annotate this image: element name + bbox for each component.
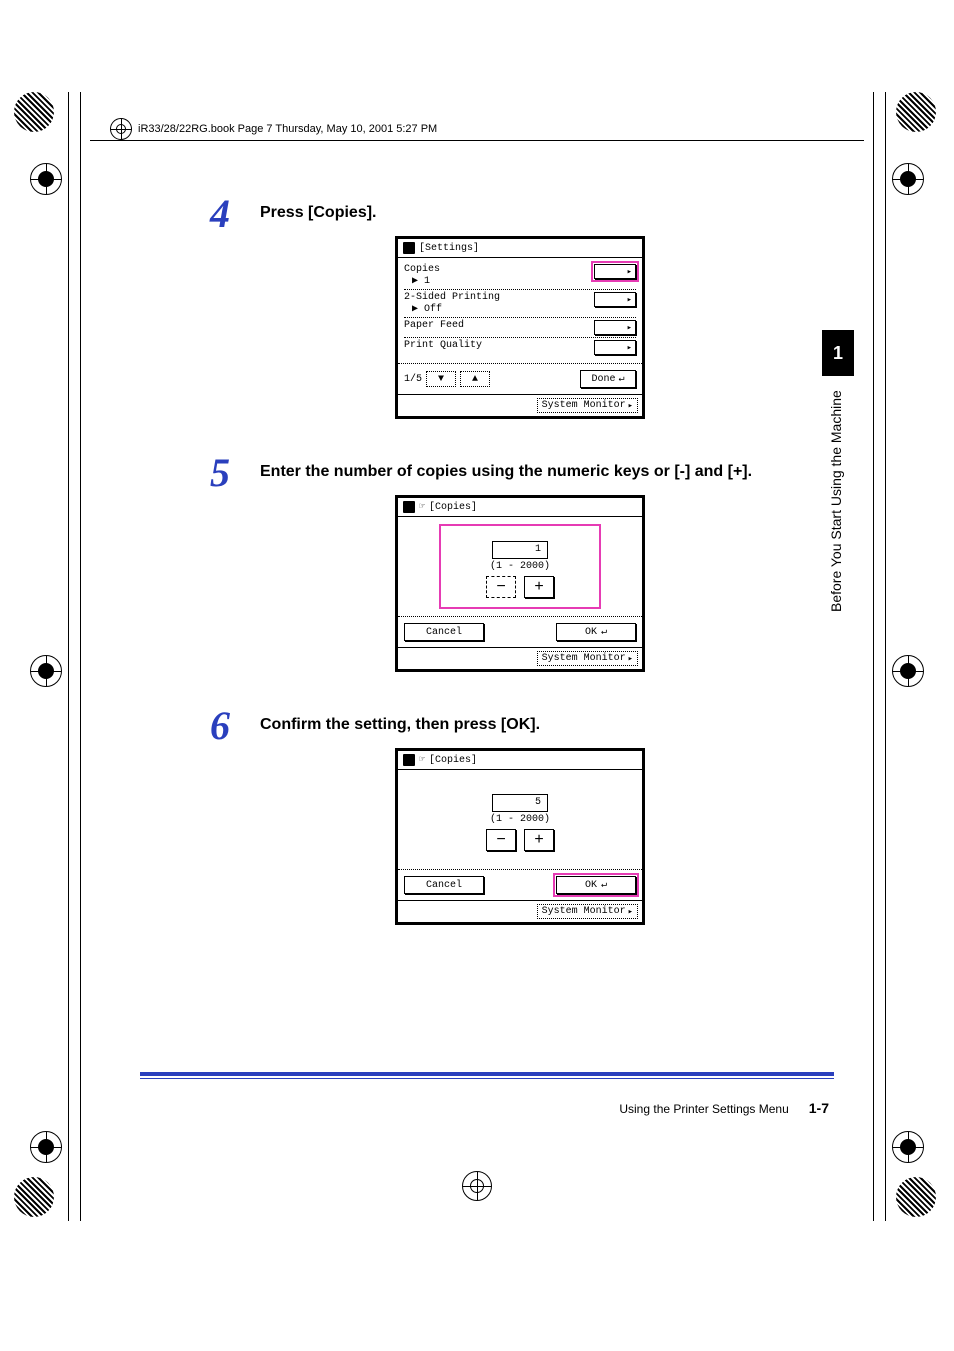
book-header-icon <box>110 118 132 140</box>
reg-side-br <box>892 1131 924 1163</box>
system-monitor-button[interactable]: System Monitor <box>537 904 638 919</box>
page-indicator: 1/5 <box>404 374 422 385</box>
ok-label-2: OK <box>585 880 597 891</box>
printer-icon <box>403 754 415 766</box>
crop-line-l2 <box>80 92 81 1221</box>
paper-enter-button[interactable] <box>594 320 636 335</box>
minus-button-2[interactable]: − <box>486 829 516 851</box>
return-icon <box>618 373 624 385</box>
cancel-label-2: Cancel <box>426 880 462 891</box>
copies-enter-button[interactable] <box>594 264 636 279</box>
done-label: Done <box>591 374 615 385</box>
crop-line-l1 <box>68 92 69 1221</box>
footer-rule <box>140 1072 834 1076</box>
step-5-number: 5 <box>210 449 230 496</box>
system-monitor-label: System Monitor <box>542 653 626 664</box>
reg-side-bl <box>30 1131 62 1163</box>
cancel-label: Cancel <box>426 627 462 638</box>
reg-side-tr <box>892 163 924 195</box>
lcd-copies2-header: ☞ [Copies] <box>398 751 642 770</box>
cancel-button-2[interactable]: Cancel <box>404 876 484 894</box>
page-down-button[interactable]: ▼ <box>426 371 456 387</box>
step-4: 4 Press [Copies]. [Settings] Copies ▶ 1 … <box>240 190 800 419</box>
reg-side-mr <box>892 655 924 687</box>
ok-button[interactable]: OK <box>556 623 636 641</box>
step-6: 6 Confirm the setting, then press [OK]. … <box>240 702 800 925</box>
step-4-number: 4 <box>210 190 230 237</box>
ok-label: OK <box>585 627 597 638</box>
page-controls: 1/5 ▼ ▲ <box>404 371 490 387</box>
settings-row-2sided: 2-Sided Printing ▶ Off <box>404 289 636 317</box>
hand-icon: ☞ <box>419 501 425 513</box>
crop-line-r1 <box>885 92 886 1221</box>
lcd-copies1-title: [Copies] <box>429 502 477 513</box>
footer-section: Using the Printer Settings Menu <box>619 1102 788 1116</box>
settings-row-quality: Print Quality <box>404 337 636 357</box>
copies-entry-area: 1 (1 - 2000) − + <box>442 527 598 606</box>
footer: Using the Printer Settings Menu 1-7 <box>619 1100 829 1116</box>
lcd-copies-panel-1: ☞ [Copies] 1 (1 - 2000) − + Cancel OK <box>395 495 645 672</box>
copies-entry-area-2: 5 (1 - 2000) − + <box>442 780 598 859</box>
copies-label: Copies <box>404 264 440 275</box>
book-header: iR33/28/22RG.book Page 7 Thursday, May 1… <box>110 118 844 140</box>
step-5: 5 Enter the number of copies using the n… <box>240 449 800 672</box>
reg-side-tl <box>30 163 62 195</box>
copies-value: ▶ 1 <box>404 276 440 288</box>
lcd-settings-header: [Settings] <box>398 239 642 258</box>
quality-enter-button[interactable] <box>594 340 636 355</box>
system-monitor-button[interactable]: System Monitor <box>537 651 638 666</box>
paper-label: Paper Feed <box>404 320 464 332</box>
step-5-text: Enter the number of copies using the num… <box>240 449 800 481</box>
copies-range: (1 - 2000) <box>442 561 598 572</box>
system-monitor-label: System Monitor <box>542 906 626 917</box>
reg-mark-tr <box>896 92 940 136</box>
lcd-copies2-title: [Copies] <box>429 755 477 766</box>
copies-value-field[interactable]: 1 <box>492 541 548 559</box>
twosided-value: ▶ Off <box>404 304 500 316</box>
chapter-tab: 1 <box>822 330 854 376</box>
step-6-number: 6 <box>210 702 230 749</box>
system-monitor-button[interactable]: System Monitor <box>537 398 638 413</box>
reg-bottom-center <box>462 1171 492 1201</box>
copies-value-field-2[interactable]: 5 <box>492 794 548 812</box>
step-6-text: Confirm the setting, then press [OK]. <box>240 702 800 734</box>
chapter-number: 1 <box>833 343 843 364</box>
crop-line-r2 <box>873 92 874 1221</box>
lcd-settings-title: [Settings] <box>419 243 479 254</box>
copies-range-2: (1 - 2000) <box>442 814 598 825</box>
printer-icon <box>403 242 415 254</box>
twosided-enter-button[interactable] <box>594 292 636 307</box>
system-monitor-label: System Monitor <box>542 400 626 411</box>
lcd-copies-panel-2: ☞ [Copies] 5 (1 - 2000) − + Cancel OK <box>395 748 645 925</box>
step-4-text: Press [Copies]. <box>240 190 800 222</box>
plus-button-2[interactable]: + <box>524 829 554 851</box>
reg-mark-bl <box>14 1177 58 1221</box>
cancel-button[interactable]: Cancel <box>404 623 484 641</box>
footer-page: 1-7 <box>809 1100 829 1116</box>
quality-label: Print Quality <box>404 340 482 352</box>
book-header-text: iR33/28/22RG.book Page 7 Thursday, May 1… <box>138 123 437 135</box>
settings-row-copies: Copies ▶ 1 <box>404 262 636 289</box>
ok-button-2[interactable]: OK <box>556 876 636 894</box>
minus-button[interactable]: − <box>486 576 516 598</box>
chapter-title: Before You Start Using the Machine <box>828 386 848 616</box>
plus-button[interactable]: + <box>524 576 554 598</box>
page-up-button[interactable]: ▲ <box>460 371 490 387</box>
reg-mark-br <box>896 1177 940 1221</box>
settings-row-paper: Paper Feed <box>404 317 636 337</box>
book-header-rule <box>90 140 864 141</box>
lcd-settings-panel: [Settings] Copies ▶ 1 2-Sided Printing ▶… <box>395 236 645 419</box>
reg-side-ml <box>30 655 62 687</box>
done-button[interactable]: Done <box>580 370 636 388</box>
twosided-label: 2-Sided Printing <box>404 292 500 303</box>
hand-icon: ☞ <box>419 754 425 766</box>
printer-icon <box>403 501 415 513</box>
reg-mark-tl <box>14 92 58 136</box>
lcd-copies1-header: ☞ [Copies] <box>398 498 642 517</box>
